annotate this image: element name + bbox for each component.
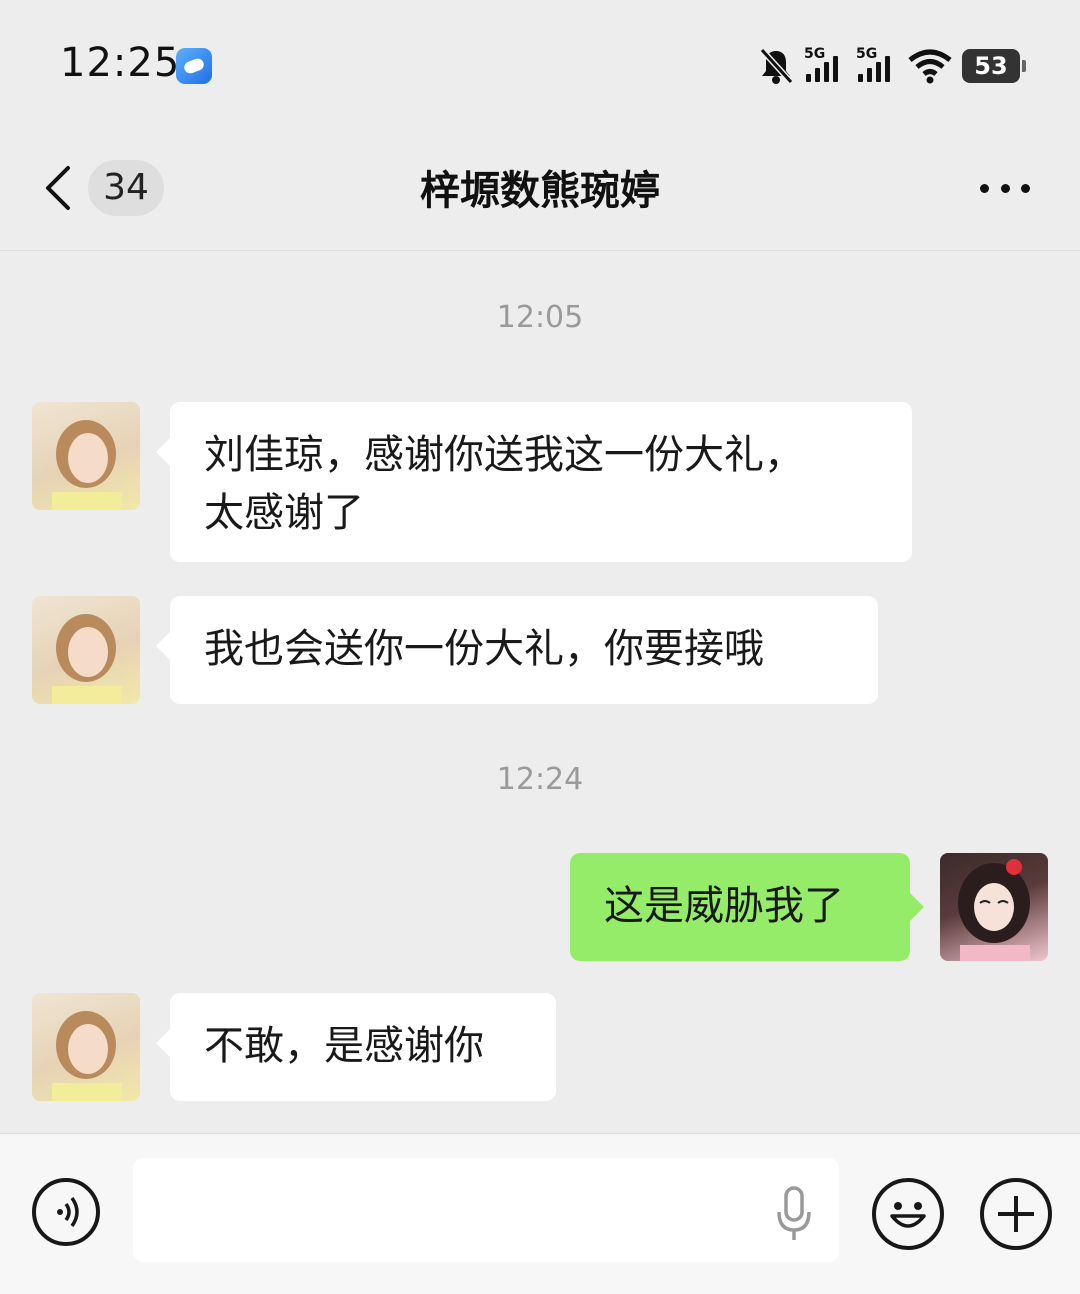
battery-icon: 53	[962, 49, 1026, 83]
app-notification-icon	[176, 48, 212, 84]
signal-label: 5G	[856, 46, 878, 62]
signal-label: 5G	[804, 46, 826, 62]
contact-avatar[interactable]	[32, 402, 140, 510]
message-line: 太感谢了	[204, 490, 364, 536]
avatar-portrait-icon	[52, 614, 122, 704]
status-time: 12:25	[60, 40, 181, 86]
message-line: 刘佳琼，感谢你送我这一份大礼，	[204, 432, 804, 478]
timestamp: 12:05	[496, 300, 584, 335]
chat-header: 34 梓塬数熊琬婷	[0, 130, 1080, 251]
wifi-icon	[908, 49, 952, 84]
message-line: 我也会送你一份大礼，你要接哦	[204, 626, 764, 672]
status-bar: 12:25 5G 5G 53	[0, 0, 1080, 130]
message-bubble-incoming[interactable]: 我也会送你一份大礼，你要接哦	[156, 596, 878, 704]
avatar-portrait-icon	[958, 859, 1030, 961]
contact-avatar[interactable]	[32, 993, 140, 1101]
message-input[interactable]	[133, 1158, 839, 1262]
avatar-portrait-icon	[52, 1011, 122, 1101]
plus-icon[interactable]	[980, 1178, 1052, 1250]
status-icons: 5G 5G 53	[758, 44, 1026, 88]
self-avatar[interactable]	[940, 853, 1048, 961]
avatar-portrait-icon	[52, 420, 122, 510]
message-bubble-outgoing[interactable]: 这是威胁我了	[570, 853, 924, 961]
message-bubble-incoming[interactable]: 刘佳琼，感谢你送我这一份大礼， 太感谢了	[156, 402, 912, 562]
more-dots-icon[interactable]	[980, 170, 1030, 206]
mute-bell-icon	[759, 47, 794, 85]
input-bar	[0, 1133, 1080, 1294]
signal-5g-icon: 5G	[856, 46, 898, 86]
message-bubble-incoming[interactable]: 不敢，是感谢你	[156, 993, 556, 1101]
contact-avatar[interactable]	[32, 596, 140, 704]
voice-mode-icon[interactable]	[32, 1178, 100, 1246]
message-line: 不敢，是感谢你	[204, 1023, 484, 1069]
timestamp: 12:24	[496, 762, 584, 797]
message-line: 这是威胁我了	[604, 883, 844, 929]
microphone-icon[interactable]	[776, 1186, 812, 1242]
emoji-smile-icon[interactable]	[872, 1178, 944, 1250]
signal-5g-icon: 5G	[804, 46, 846, 86]
chat-title: 梓塬数熊琬婷	[420, 168, 660, 214]
